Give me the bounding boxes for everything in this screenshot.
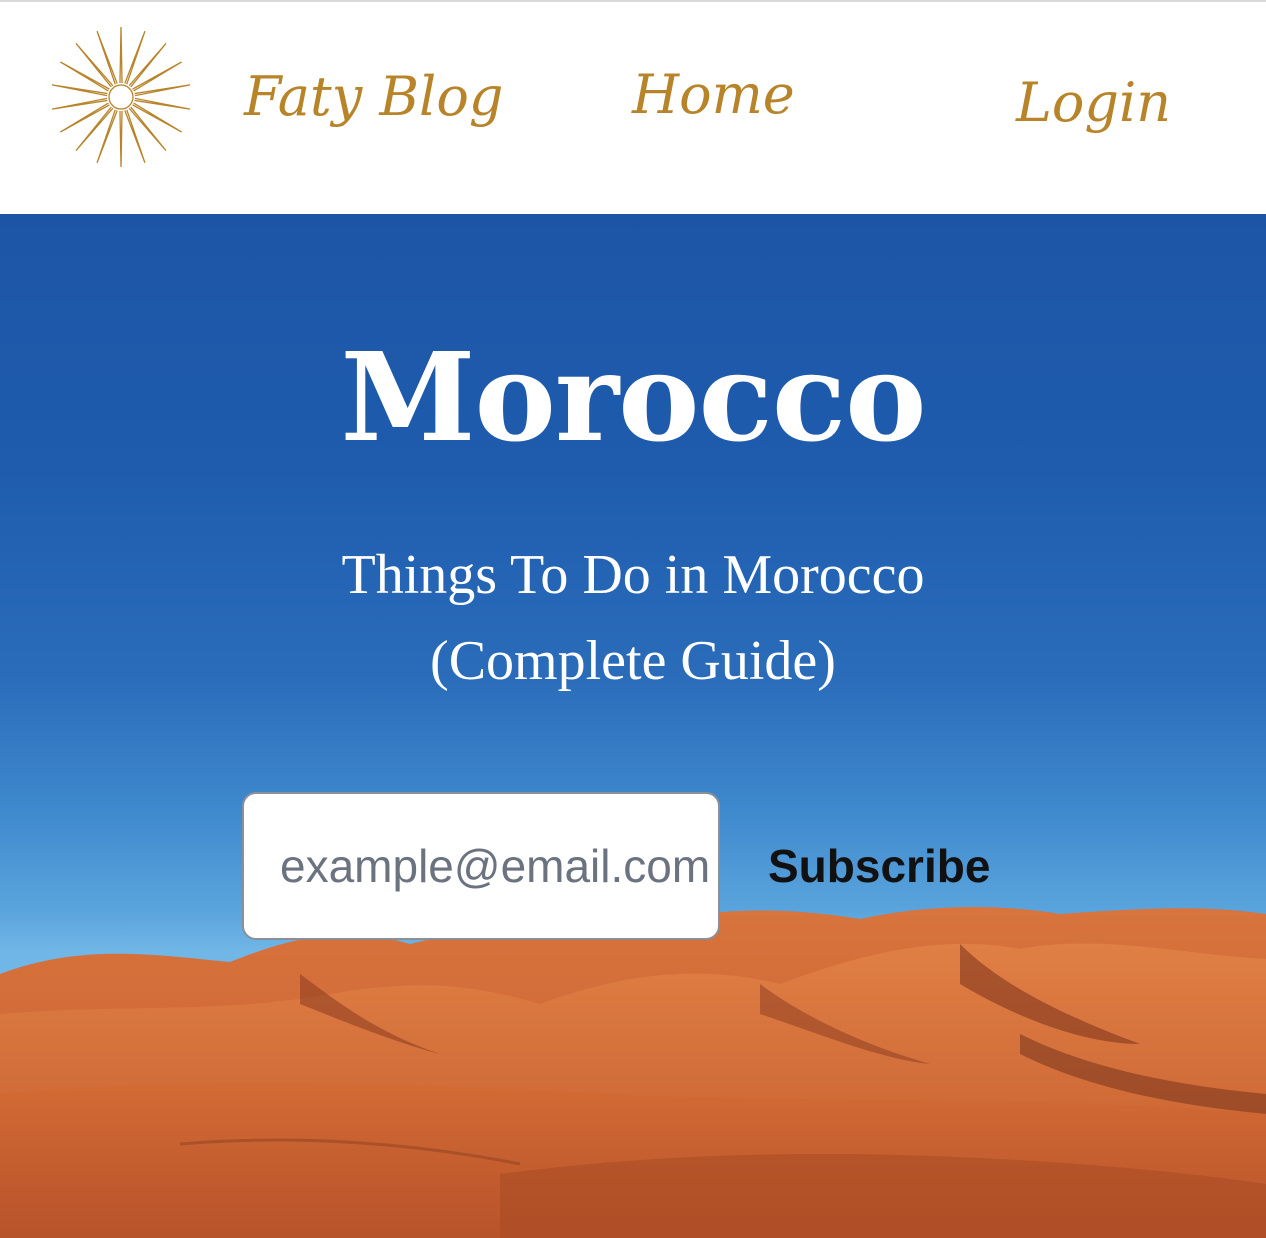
subscribe-button[interactable]: Subscribe bbox=[720, 792, 1046, 940]
hero-title: Morocco bbox=[340, 325, 926, 469]
brand-link[interactable]: Faty Blog bbox=[244, 70, 503, 124]
nav-login-link[interactable]: Login bbox=[1016, 76, 1171, 130]
hero-section: Morocco Things To Do in Morocco (Complet… bbox=[0, 214, 1266, 1238]
subscribe-form: Subscribe bbox=[242, 792, 1046, 940]
logo-ray bbox=[96, 30, 118, 85]
logo-ray bbox=[96, 109, 118, 164]
sun-star-icon[interactable] bbox=[48, 24, 194, 170]
logo-ray bbox=[119, 110, 123, 168]
hero-subtitle-line-1: Things To Do in Morocco bbox=[341, 544, 925, 606]
site-header: Faty Blog Home Login bbox=[0, 0, 1266, 214]
logo-ray bbox=[134, 84, 191, 97]
email-input[interactable] bbox=[242, 792, 720, 940]
hero-subtitle-line-2: (Complete Guide) bbox=[430, 630, 836, 692]
page: Faty Blog Home Login Morocco Things To D… bbox=[0, 0, 1266, 1238]
logo-ray bbox=[124, 109, 146, 164]
logo-ray bbox=[119, 26, 123, 84]
logo-ray bbox=[51, 97, 108, 110]
logo-ray bbox=[124, 30, 146, 85]
logo-ray bbox=[134, 97, 191, 110]
nav-home-link[interactable]: Home bbox=[632, 68, 795, 122]
logo-ray bbox=[51, 84, 108, 97]
hero-subtitle: Things To Do in Morocco (Complete Guide) bbox=[233, 532, 1033, 704]
